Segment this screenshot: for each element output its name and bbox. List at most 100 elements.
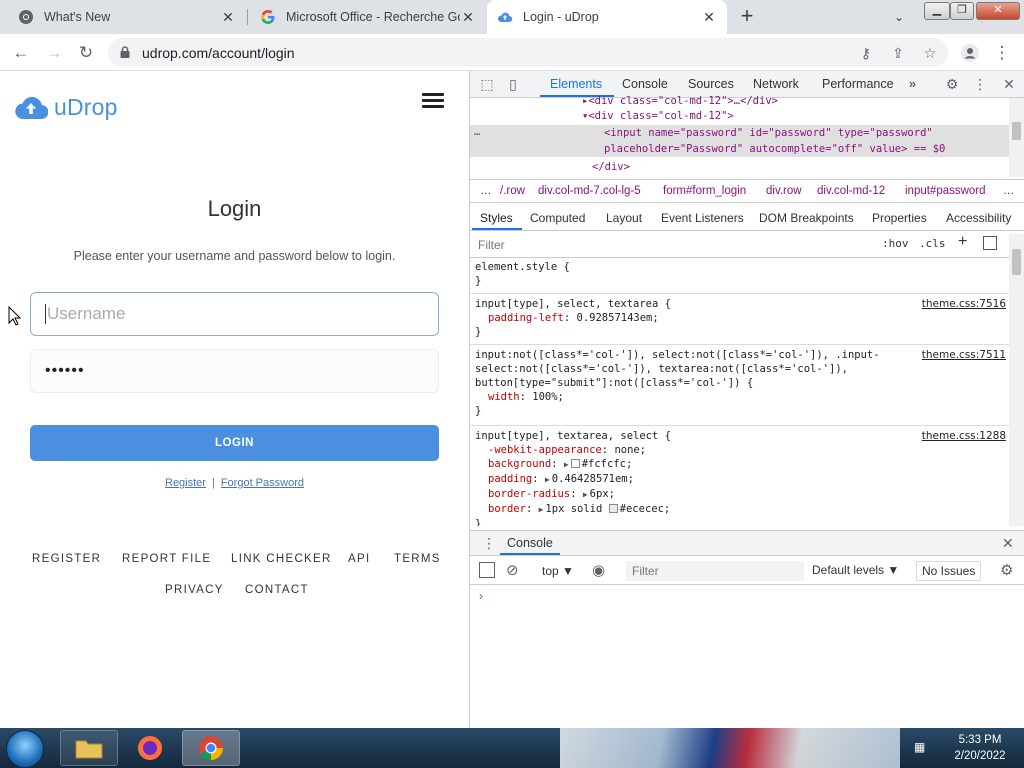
rule-selector[interactable]: element.style {	[475, 260, 1005, 274]
password-field[interactable]: ••••••	[30, 349, 439, 393]
browser-menu-icon[interactable]: ⋮	[988, 39, 1016, 67]
style-declaration[interactable]: padding-left: 0.92857143em;	[475, 311, 1005, 325]
dom-node-selected-line1[interactable]: <input name="password" id="password" typ…	[604, 127, 933, 139]
tab-console[interactable]: Console	[622, 77, 668, 91]
address-bar[interactable]: udrop.com/account/login ⚷ ⇪ ☆	[108, 38, 948, 67]
devtools-menu-icon[interactable]: ⋮	[971, 75, 989, 93]
dom-node-close[interactable]: </div>	[592, 161, 630, 173]
new-tab-button[interactable]: +	[735, 5, 759, 29]
live-expression-eye-icon[interactable]: ◉	[592, 561, 605, 579]
new-style-rule-button[interactable]: +	[958, 233, 967, 251]
style-declaration[interactable]: padding: ▶ 0.46428571em;	[475, 472, 1005, 487]
console-settings-gear-icon[interactable]: ⚙	[1000, 561, 1013, 579]
more-tabs-icon[interactable]: »	[909, 77, 916, 91]
firefox-task[interactable]	[121, 730, 179, 766]
style-declaration[interactable]: border-radius: ▶ 6px;	[475, 487, 1005, 502]
minimize-button[interactable]: ▁	[924, 2, 950, 20]
breadcrumb-item[interactable]: /.row	[500, 185, 525, 197]
breadcrumb-item[interactable]: div.col-md-12	[817, 185, 885, 197]
close-devtools-icon[interactable]: ✕	[1000, 75, 1018, 93]
issues-button[interactable]: No Issues	[916, 561, 982, 581]
console-sidebar-icon[interactable]	[479, 562, 495, 578]
rule-source-link[interactable]: theme.css:7511	[922, 349, 1006, 361]
breadcrumb-item[interactable]: form#form_login	[663, 185, 746, 197]
subtab-accessibility[interactable]: Accessibility	[946, 211, 1011, 225]
rule-source-link[interactable]: theme.css:1288	[922, 430, 1006, 442]
style-declaration[interactable]: border: ▶ 1px solid #ececec;	[475, 502, 1005, 517]
network-tray-icon[interactable]: ▦	[914, 740, 930, 754]
tab-whats-new[interactable]: What's New ✕	[8, 0, 246, 34]
lock-icon[interactable]	[118, 45, 132, 59]
chrome-task[interactable]	[182, 730, 240, 766]
rule-selector[interactable]: button[type="submit"]:not([class*='col-'…	[475, 376, 1005, 390]
key-icon[interactable]: ⚷	[858, 45, 874, 61]
breadcrumb-ellipsis[interactable]: …	[480, 185, 492, 197]
footer-link-api[interactable]: API	[348, 553, 370, 565]
username-field[interactable]: Username	[30, 292, 439, 336]
close-tab-icon[interactable]: ✕	[701, 9, 717, 25]
breadcrumb-item-active[interactable]: input#password	[905, 185, 986, 197]
register-link[interactable]: Register	[165, 477, 206, 489]
file-explorer-task[interactable]	[60, 730, 118, 766]
drawer-tab-console[interactable]: Console	[507, 536, 553, 550]
tab-login-udrop[interactable]: Login - uDrop ✕	[487, 0, 727, 34]
tab-microsoft-office[interactable]: Microsoft Office - Recherche Goo ✕	[250, 0, 486, 34]
tab-elements[interactable]: Elements	[550, 77, 602, 91]
toggle-sidebar-icon[interactable]	[983, 236, 997, 250]
tab-search-chevron-icon[interactable]: ⌄	[888, 6, 910, 28]
breadcrumb-more[interactable]: …	[1003, 185, 1015, 197]
maximize-button[interactable]: ❐	[950, 2, 974, 20]
back-arrow-icon[interactable]: ←	[7, 39, 35, 67]
device-toolbar-icon[interactable]: ▯	[504, 75, 522, 93]
footer-link-contact[interactable]: CONTACT	[245, 584, 309, 596]
forgot-password-link[interactable]: Forgot Password	[221, 477, 304, 489]
reload-icon[interactable]: ↻	[72, 39, 100, 67]
bookmark-star-icon[interactable]: ☆	[922, 45, 938, 61]
tab-sources[interactable]: Sources	[688, 77, 734, 91]
styles-scrollbar[interactable]	[1009, 234, 1024, 526]
share-icon[interactable]: ⇪	[890, 45, 906, 61]
dom-node-selected-line2[interactable]: placeholder="Password" autocomplete="off…	[604, 143, 945, 155]
styles-filter-input[interactable]: Filter	[478, 238, 505, 252]
rule-source-link[interactable]: theme.css:7516	[922, 298, 1006, 310]
footer-link-report-file[interactable]: REPORT FILE	[122, 553, 211, 565]
dom-scroll-thumb[interactable]	[1012, 122, 1021, 140]
login-button[interactable]: LOGIN	[30, 425, 439, 461]
footer-link-terms[interactable]: TERMS	[394, 553, 441, 565]
styles-scroll-thumb[interactable]	[1012, 249, 1021, 275]
subtab-dom-breakpoints[interactable]: DOM Breakpoints	[759, 211, 854, 225]
logo[interactable]: uDrop	[14, 94, 118, 121]
log-levels-dropdown[interactable]: Default levels ▼	[812, 563, 899, 577]
footer-link-register[interactable]: REGISTER	[32, 553, 101, 565]
rule-selector[interactable]: select:not([class*='col-']), textarea:no…	[475, 362, 1005, 376]
dom-node[interactable]: ▸<div class="col-md-12">…</div>	[582, 95, 778, 107]
inspect-element-icon[interactable]: ⬚	[478, 75, 496, 93]
system-clock[interactable]: 5:33 PM 2/20/2022	[944, 732, 1016, 764]
console-filter-input[interactable]: Filter	[626, 561, 804, 581]
subtab-computed[interactable]: Computed	[530, 211, 585, 225]
style-declaration[interactable]: width: 100%;	[475, 390, 1005, 404]
subtab-layout[interactable]: Layout	[606, 211, 642, 225]
class-toggle[interactable]: .cls	[919, 237, 946, 250]
settings-gear-icon[interactable]: ⚙	[943, 75, 961, 93]
style-declaration[interactable]: -webkit-appearance: none;	[475, 443, 1005, 457]
tab-performance[interactable]: Performance	[822, 77, 894, 91]
dom-node-open[interactable]: ▾<div class="col-md-12">	[582, 110, 734, 122]
subtab-event-listeners[interactable]: Event Listeners	[661, 211, 744, 225]
hover-state-toggle[interactable]: :hov	[882, 237, 909, 250]
dom-node-dots[interactable]: …	[474, 126, 480, 138]
clear-console-icon[interactable]: ⊘	[506, 561, 519, 579]
subtab-properties[interactable]: Properties	[872, 211, 927, 225]
close-tab-icon[interactable]: ✕	[220, 9, 236, 25]
footer-link-link-checker[interactable]: LINK CHECKER	[231, 553, 332, 565]
forward-arrow-icon[interactable]: →	[40, 39, 68, 67]
close-window-button[interactable]: ✕	[976, 2, 1020, 20]
subtab-styles[interactable]: Styles	[480, 211, 513, 225]
profile-avatar-icon[interactable]	[956, 39, 984, 67]
breadcrumb-item[interactable]: div.row	[766, 185, 802, 197]
drawer-menu-icon[interactable]: ⋮	[482, 535, 496, 552]
close-drawer-icon[interactable]: ✕	[1002, 535, 1014, 552]
style-declaration[interactable]: background: ▶ #fcfcfc;	[475, 457, 1005, 472]
start-button[interactable]	[6, 730, 44, 768]
hamburger-menu-icon[interactable]	[422, 93, 444, 109]
